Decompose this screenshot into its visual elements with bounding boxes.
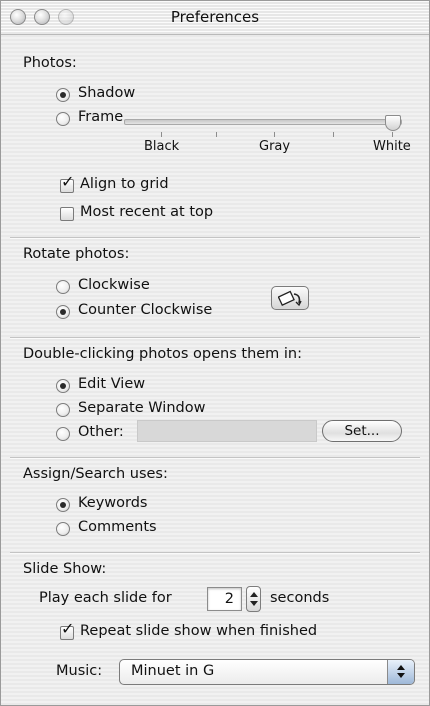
edit-view-label[interactable]: Edit View (78, 376, 145, 392)
window-title: Preferences (170, 8, 260, 26)
slider-tick (274, 132, 275, 137)
other-label[interactable]: Other: (78, 424, 124, 440)
clockwise-label[interactable]: Clockwise (78, 277, 150, 293)
section-divider (10, 552, 420, 554)
stepper-up-arrow-icon[interactable] (250, 592, 258, 597)
frame-color-slider-thumb[interactable] (385, 115, 401, 131)
stepper-down-arrow-icon[interactable] (250, 601, 258, 606)
frame-color-slider-track[interactable] (124, 119, 402, 125)
popup-up-arrow-icon (397, 665, 405, 670)
align-to-grid-label[interactable]: Align to grid (80, 176, 169, 192)
preferences-window: Preferences Photos: Shadow Frame Black G… (0, 0, 430, 706)
keywords-label[interactable]: Keywords (78, 495, 147, 511)
set-button[interactable]: Set... (322, 420, 402, 442)
double-click-heading: Double-clicking photos opens them in: (23, 346, 303, 362)
popup-arrows-icon[interactable] (387, 660, 414, 684)
frame-label[interactable]: Frame (78, 109, 123, 125)
comments-radio[interactable] (56, 522, 70, 536)
section-divider (10, 337, 420, 339)
comments-label[interactable]: Comments (78, 519, 157, 535)
slider-tick (333, 132, 334, 137)
photos-heading: Photos: (23, 55, 77, 71)
other-radio[interactable] (56, 427, 70, 441)
section-divider (10, 457, 420, 459)
popup-down-arrow-icon (397, 673, 405, 678)
slider-label-white: White (373, 139, 411, 154)
seconds-stepper[interactable] (246, 586, 261, 612)
slider-tick (392, 132, 393, 137)
clockwise-radio[interactable] (56, 280, 70, 294)
counter-clockwise-label[interactable]: Counter Clockwise (78, 302, 212, 318)
rotate-preview-button[interactable] (271, 286, 309, 310)
slider-tick (161, 132, 162, 137)
repeat-slide-show-checkbox[interactable]: ✓ (60, 621, 74, 640)
play-each-slide-label: Play each slide for (39, 590, 172, 606)
slide-show-heading: Slide Show: (23, 561, 107, 577)
keywords-radio[interactable] (56, 498, 70, 512)
frame-radio[interactable] (56, 112, 70, 126)
slider-tick (216, 132, 217, 137)
section-divider (10, 237, 420, 239)
other-application-field[interactable] (137, 420, 317, 442)
align-to-grid-checkbox[interactable]: ✓ (60, 174, 74, 193)
most-recent-label[interactable]: Most recent at top (80, 204, 213, 220)
checkmark-icon: ✓ (61, 619, 75, 638)
rotate-heading: Rotate photos: (23, 246, 130, 262)
repeat-slide-show-label[interactable]: Repeat slide show when finished (80, 623, 317, 639)
shadow-label[interactable]: Shadow (78, 85, 135, 101)
slider-label-gray: Gray (259, 139, 291, 154)
edit-view-radio[interactable] (56, 379, 70, 393)
separate-window-radio[interactable] (56, 403, 70, 417)
checkmark-icon: ✓ (61, 172, 75, 191)
seconds-label: seconds (270, 590, 330, 606)
shadow-radio[interactable] (56, 88, 70, 102)
music-selected-value: Minuet in G (131, 663, 215, 679)
counter-clockwise-radio[interactable] (56, 305, 70, 319)
music-label: Music: (56, 663, 103, 679)
title-bar[interactable]: Preferences (1, 1, 429, 35)
separate-window-label[interactable]: Separate Window (78, 400, 205, 416)
seconds-input[interactable]: 2 (207, 587, 242, 611)
music-popup[interactable]: Minuet in G (119, 659, 415, 685)
slider-label-black: Black (144, 139, 180, 154)
rotate-photo-icon (278, 290, 302, 307)
most-recent-checkbox[interactable] (60, 207, 74, 221)
assign-search-heading: Assign/Search uses: (23, 466, 168, 482)
